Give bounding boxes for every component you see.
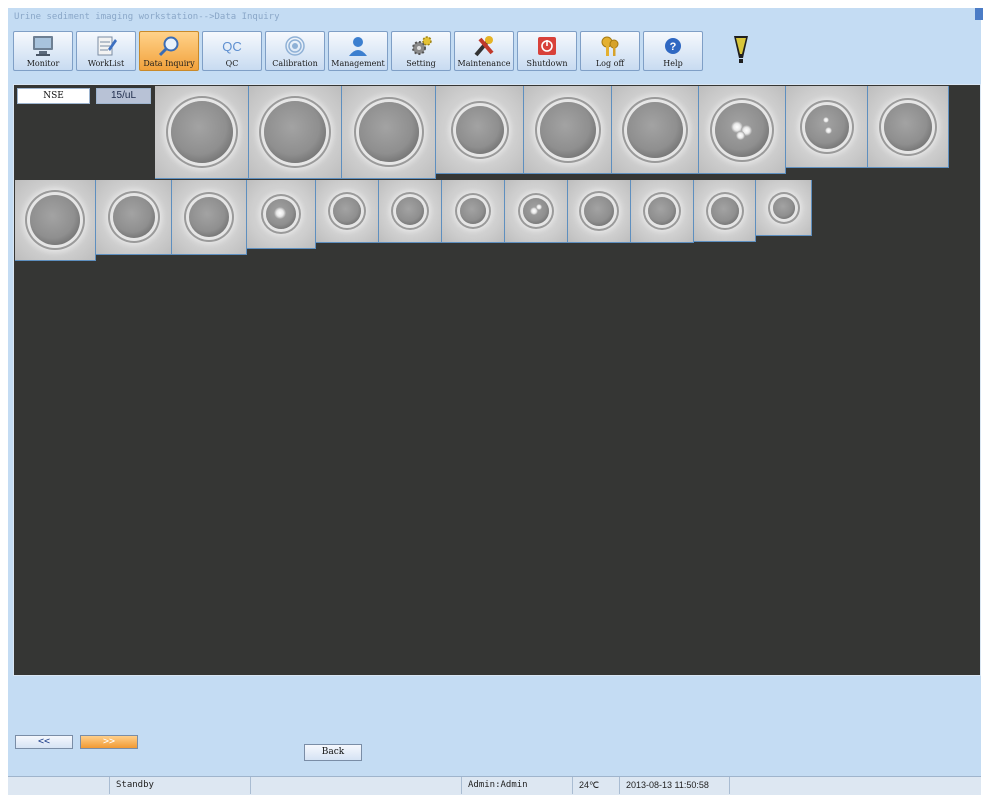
status-datetime: 2013-08-13 11:50:58 — [620, 777, 730, 794]
previous-page-button[interactable]: << — [15, 735, 73, 749]
status-cell-blank — [8, 777, 110, 794]
cell-thumbnail[interactable] — [96, 180, 172, 255]
help-button[interactable]: ? Help — [643, 31, 703, 71]
cell-count-label: 15/uL — [96, 88, 151, 104]
keys-icon — [597, 35, 623, 57]
monitor-button[interactable]: Monitor — [13, 31, 73, 71]
qc-button[interactable]: QC QC — [202, 31, 262, 71]
management-button[interactable]: Management — [328, 31, 388, 71]
calibration-label: Calibration — [272, 59, 318, 68]
cell-thumbnail[interactable] — [15, 180, 96, 261]
cell-thumbnail[interactable] — [379, 180, 442, 243]
maintenance-button[interactable]: Maintenance — [454, 31, 514, 71]
tools-icon — [471, 35, 497, 57]
cell-thumbnail[interactable] — [442, 180, 505, 243]
cell-thumbnail[interactable] — [786, 86, 868, 168]
magnifier-icon — [156, 35, 182, 57]
cell-thumbnail[interactable] — [868, 86, 949, 168]
cell-image-viewer: NSE 15/uL — [13, 84, 981, 676]
help-icon: ? — [660, 35, 686, 57]
cell-thumbnail[interactable] — [172, 180, 247, 255]
monitor-label: Monitor — [26, 59, 60, 68]
gears-icon — [408, 35, 434, 57]
maintenance-label: Maintenance — [457, 59, 511, 68]
cell-thumbnail[interactable] — [631, 180, 694, 243]
next-page-button[interactable]: >> — [80, 735, 138, 749]
cell-thumbnail[interactable] — [155, 86, 249, 179]
management-label: Management — [331, 59, 385, 68]
status-bar: Standby Admin:Admin 24℃ 2013-08-13 11:50… — [8, 776, 981, 795]
shutdown-label: Shutdown — [526, 59, 568, 68]
cell-class-label: NSE — [17, 88, 90, 104]
worklist-icon — [93, 35, 119, 57]
log-off-label: Log off — [595, 59, 625, 68]
cell-thumbnail[interactable] — [436, 86, 524, 174]
window-corner-icon[interactable] — [975, 8, 983, 20]
cell-thumbnail[interactable] — [756, 180, 812, 236]
back-button[interactable]: Back — [304, 744, 362, 761]
data-inquiry-button[interactable]: Data Inquiry — [139, 31, 199, 71]
power-icon — [534, 35, 560, 57]
main-toolbar: Monitor WorkList Data Inquiry QC QC Cali… — [13, 31, 713, 71]
worklist-label: WorkList — [87, 59, 125, 68]
calibration-button[interactable]: Calibration — [265, 31, 325, 71]
log-off-button[interactable]: Log off — [580, 31, 640, 71]
cell-thumbnail[interactable] — [342, 86, 436, 179]
help-label: Help — [663, 59, 683, 68]
cell-thumbnail[interactable] — [524, 86, 612, 174]
qc-label: QC — [225, 59, 239, 68]
cell-thumbnail[interactable] — [694, 180, 756, 242]
cell-thumbnail[interactable] — [249, 86, 342, 179]
cell-thumbnail[interactable] — [612, 86, 699, 174]
worklist-button[interactable]: WorkList — [76, 31, 136, 71]
shutdown-button[interactable]: Shutdown — [517, 31, 577, 71]
svg-text:?: ? — [670, 41, 677, 53]
qc-icon: QC — [219, 35, 245, 57]
setting-label: Setting — [406, 59, 436, 68]
setting-button[interactable]: Setting — [391, 31, 451, 71]
user-icon — [345, 35, 371, 57]
status-user: Admin:Admin — [462, 777, 573, 794]
data-inquiry-label: Data Inquiry — [143, 59, 195, 68]
status-cell-blank — [251, 777, 462, 794]
cell-thumbnail[interactable] — [505, 180, 568, 243]
monitor-icon — [30, 35, 56, 57]
cell-thumbnail[interactable] — [568, 180, 631, 243]
alert-icon[interactable] — [733, 34, 749, 64]
target-icon — [282, 35, 308, 57]
cell-thumbnail[interactable] — [247, 180, 316, 249]
qc-icon-text: QC — [222, 38, 242, 54]
status-temperature: 24℃ — [573, 777, 620, 794]
cell-thumbnail[interactable] — [316, 180, 379, 243]
status-state: Standby — [110, 777, 251, 794]
window-title: Urine sediment imaging workstation-->Dat… — [14, 12, 280, 22]
cell-thumbnail[interactable] — [699, 86, 786, 174]
